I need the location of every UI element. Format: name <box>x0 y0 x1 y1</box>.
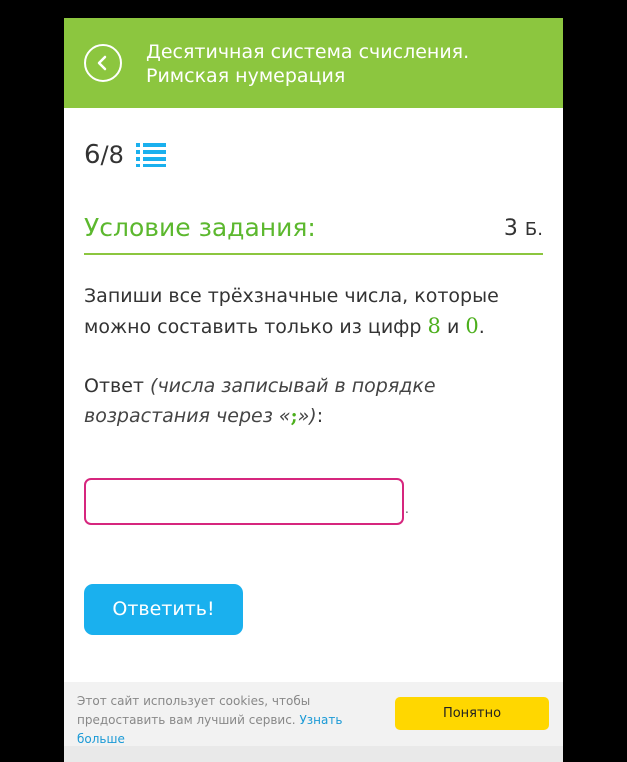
divider <box>84 253 543 255</box>
points-value: 3 <box>503 216 518 241</box>
hint-suffix: ») <box>297 405 317 427</box>
back-button[interactable] <box>84 44 122 82</box>
list-icon[interactable] <box>136 141 166 167</box>
bottom-bar <box>64 746 563 762</box>
task-text: Запиши все трёхзначные числа, которые мо… <box>84 281 544 342</box>
answer-hint: Ответ (числа записывай в порядке возраст… <box>84 371 544 431</box>
cookie-banner: Этот сайт использует cookies, чтобы пред… <box>64 682 563 746</box>
cookie-text: Этот сайт использует cookies, чтобы пред… <box>77 692 387 749</box>
digit-eight: 8 <box>427 314 441 338</box>
digit-zero: 0 <box>465 314 479 338</box>
page: Десятичная система счисления. Римская ну… <box>64 18 563 762</box>
header: Десятичная система счисления. Римская ну… <box>64 18 563 108</box>
task-progress: 6/8 <box>84 140 124 170</box>
points-unit: Б. <box>524 219 543 240</box>
answer-input[interactable] <box>84 478 404 525</box>
answer-colon: : <box>316 405 324 427</box>
cookie-accept-button[interactable]: Понятно <box>395 697 549 730</box>
cookie-message: Этот сайт использует cookies, чтобы пред… <box>77 694 311 727</box>
progress-total: /8 <box>100 141 124 169</box>
separator-symbol: ; <box>290 405 298 427</box>
points-badge: 3 Б. <box>504 216 543 241</box>
input-trailing-dot: . <box>405 502 409 516</box>
task-end: . <box>478 316 485 338</box>
submit-button[interactable]: Ответить! <box>84 584 243 635</box>
chevron-left-icon <box>97 55 107 71</box>
condition-title: Условие задания: <box>84 213 316 242</box>
answer-label: Ответ <box>84 375 144 397</box>
task-conj: и <box>446 316 460 338</box>
progress-current: 6 <box>84 140 101 170</box>
page-title: Десятичная система счисления. Римская ну… <box>146 41 470 87</box>
